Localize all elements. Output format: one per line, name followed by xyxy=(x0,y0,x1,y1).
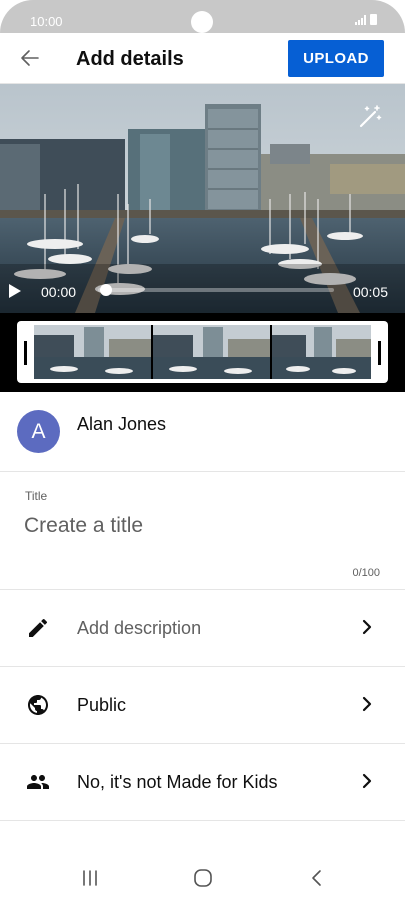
thumbnail-frame xyxy=(34,325,153,379)
current-time: 00:00 xyxy=(41,284,77,300)
battery-icon xyxy=(370,14,377,25)
thumbnail-frame xyxy=(272,325,371,379)
visibility-label: Public xyxy=(77,695,127,715)
character-counter: 0/100 xyxy=(352,567,380,579)
globe-icon xyxy=(28,695,48,715)
upload-button[interactable]: UPLOAD xyxy=(288,40,384,77)
seek-thumb[interactable] xyxy=(100,284,112,296)
title-field-label: Title xyxy=(25,489,48,503)
play-icon[interactable] xyxy=(8,283,22,299)
chevron-right-icon xyxy=(362,696,372,712)
system-back-icon[interactable] xyxy=(305,866,329,890)
trim-area xyxy=(0,313,405,392)
recent-apps-icon[interactable] xyxy=(78,866,102,890)
avatar: A xyxy=(17,410,60,453)
seek-bar[interactable] xyxy=(98,288,334,292)
description-label: Add description xyxy=(77,618,202,638)
audience-row[interactable]: No, it's not Made for Kids xyxy=(0,744,405,821)
signal-icon xyxy=(355,15,367,25)
app-header: Add details UPLOAD xyxy=(0,33,405,84)
video-preview[interactable] xyxy=(0,84,405,313)
thumbnail-frame xyxy=(153,325,272,379)
trim-strip[interactable] xyxy=(17,321,388,383)
magic-wand-icon[interactable] xyxy=(357,104,383,130)
status-icons xyxy=(355,14,377,25)
trim-handle-end[interactable] xyxy=(378,341,381,365)
page-title: Add details xyxy=(76,48,184,70)
account-row: A Alan Jones xyxy=(0,392,405,472)
audience-label: No, it's not Made for Kids xyxy=(77,772,278,792)
visibility-row[interactable]: Public xyxy=(0,667,405,744)
thumbnail-strip xyxy=(34,325,371,379)
camera-cutout xyxy=(191,11,213,33)
home-icon[interactable] xyxy=(191,866,215,890)
description-row[interactable]: Add description xyxy=(0,590,405,667)
system-nav-bar xyxy=(0,850,405,902)
account-name: Alan Jones xyxy=(77,414,167,434)
title-input[interactable] xyxy=(24,510,374,542)
title-field: Title 0/100 xyxy=(0,472,405,590)
chevron-right-icon xyxy=(362,773,372,789)
duration-time: 00:05 xyxy=(352,284,388,300)
status-bar: 10:00 xyxy=(0,0,405,33)
status-time: 10:00 xyxy=(30,14,63,29)
video-frame-image xyxy=(0,84,405,313)
trim-handle-start[interactable] xyxy=(24,341,27,365)
chevron-right-icon xyxy=(362,619,372,635)
back-arrow-icon[interactable] xyxy=(18,46,42,70)
pencil-icon xyxy=(29,618,48,637)
people-icon xyxy=(27,775,49,789)
